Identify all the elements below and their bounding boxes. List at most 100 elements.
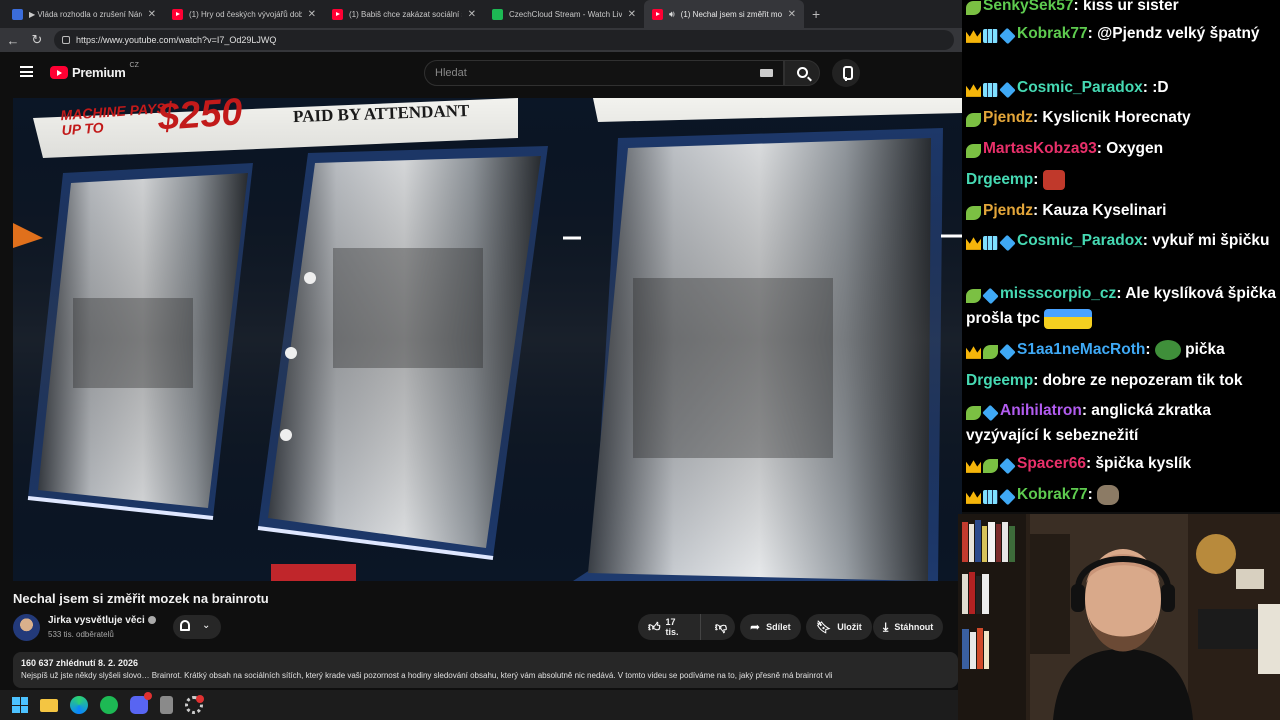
chat-username[interactable]: Kobrak77 (1017, 25, 1088, 42)
search-icon (797, 67, 808, 78)
new-tab-button[interactable]: + (812, 6, 820, 22)
webcam-feed (958, 514, 1280, 720)
webcam-streamer-image (958, 514, 1280, 720)
chat-username[interactable]: Pjendz (983, 109, 1033, 126)
youtube-logo[interactable]: Premium CZ (50, 62, 139, 80)
chat-username[interactable]: Pjendz (983, 202, 1033, 219)
close-tab-icon[interactable]: ✕ (148, 9, 156, 20)
chat-message: Spacer66: špička kyslík (966, 452, 1276, 477)
thumbs-up-icon: 👍︎ (648, 619, 661, 634)
close-tab-icon[interactable]: ✕ (788, 9, 796, 20)
bell-icon (180, 620, 190, 631)
chat-message: Pjendz: Kauza Kyselinari (966, 199, 1276, 224)
video-player[interactable]: MACHINE PAYS UP TO $250 PAID BY ATTENDAN… (13, 98, 962, 581)
chevron-down-icon: ⌄ (202, 620, 211, 631)
chat-badges (966, 284, 1000, 307)
leaf-badge-icon (966, 112, 981, 127)
browser-tab[interactable]: (1) Hry od českých vývojářů dobyv ✕ (164, 0, 324, 28)
url-field[interactable]: https://www.youtube.com/watch?v=I7_Od29L… (54, 30, 954, 50)
cube-badge-icon (999, 234, 1016, 252)
chat-username[interactable]: Spacer66 (1017, 455, 1086, 472)
sign-amount: $250 (156, 98, 244, 139)
chat-username[interactable]: MartasKobza93 (983, 140, 1097, 157)
cube-badge-icon (999, 488, 1016, 506)
chat-username[interactable]: Anihilatron (1000, 402, 1082, 419)
file-explorer-icon[interactable] (40, 698, 58, 712)
voice-search-icon[interactable] (832, 59, 860, 87)
chat-text: vykuř mi špičku (1152, 232, 1270, 249)
download-button[interactable]: ⤓ Stáhnout (873, 614, 944, 640)
settings-gear-icon[interactable] (185, 695, 204, 714)
youtube-favicon-icon (172, 8, 183, 20)
cube-badge-icon (999, 27, 1016, 45)
tab-title: CzechCloud Stream - Watch Live o (509, 9, 622, 19)
site-info-icon[interactable] (62, 36, 70, 44)
chat-message: Drgeemp: dobre ze nepozeram tik tok (966, 369, 1276, 392)
description-box[interactable]: 160 637 zhlédnutí 8. 2. 2026 Nejspíš už … (13, 652, 958, 688)
chat-username[interactable]: Drgeemp (966, 372, 1033, 389)
chat-separator: : (1032, 109, 1043, 126)
close-tab-icon[interactable]: ✕ (468, 9, 476, 20)
chat-message: Kobrak77: @Pjendz velký špatný (966, 22, 1276, 47)
chat-badges (966, 201, 983, 224)
close-tab-icon[interactable]: ✕ (628, 9, 636, 20)
chat-badges (966, 24, 1017, 47)
channel-avatar[interactable] (13, 614, 40, 641)
chat-username[interactable]: Cosmic_Paradox (1017, 232, 1143, 249)
speaker-icon[interactable]: 🔊︎ (669, 9, 675, 20)
chat-text: špička kyslík (1095, 455, 1192, 472)
verified-icon (147, 616, 156, 625)
stream-chat: SenkySek57: kiss ur sister Kobrak77: @Pje… (962, 0, 1280, 512)
chat-username[interactable]: Cosmic_Paradox (1017, 79, 1143, 96)
browser-tab-active[interactable]: 🔊︎ (1) Nechal jsem si změřit moz ✕ (644, 0, 804, 28)
back-icon[interactable]: ← (6, 33, 20, 48)
logo-text: Premium (72, 65, 126, 80)
start-icon[interactable] (12, 697, 28, 713)
minion-emote-icon (1044, 308, 1093, 329)
chat-badges (966, 401, 1000, 424)
calculator-icon[interactable] (160, 696, 173, 714)
notification-badge (144, 692, 152, 700)
browser-tab[interactable]: ▶ Vláda rozhodla o zrušení Národ ✕ (4, 0, 164, 28)
leaf-badge-icon (983, 458, 998, 473)
share-button[interactable]: ➦ Sdílet (740, 614, 801, 640)
crown-badge-icon (966, 491, 981, 504)
chat-message: Kobrak77: (966, 483, 1276, 508)
notifications-button[interactable]: ⌄ (173, 615, 221, 639)
chat-separator: : (1087, 486, 1098, 503)
chat-username[interactable]: Kobrak77 (1017, 486, 1088, 503)
rock-emote-icon (1097, 484, 1120, 505)
chat-text: @Pjendz velký špatný (1097, 25, 1260, 42)
chat-username[interactable]: missscorpio_cz (1000, 285, 1116, 302)
dislike-button[interactable]: 👎︎ (707, 620, 735, 635)
reload-icon[interactable]: ↻ (30, 32, 44, 48)
download-icon: ⤓ (883, 619, 889, 634)
description-text: Nejspíš už jste někdy slyšeli slovo… Bra… (21, 671, 833, 680)
chat-separator: : (1033, 171, 1043, 188)
chat-badges (966, 139, 983, 162)
channel-name[interactable]: Jirka vysvětluje věci (48, 615, 156, 626)
discord-icon[interactable] (130, 692, 152, 714)
chat-badges (966, 231, 1017, 254)
menu-icon[interactable] (20, 66, 33, 77)
browser-tab[interactable]: (1) Babiš chce zakázat sociální sítě ✕ (324, 0, 484, 28)
chat-username[interactable]: S1aa1neMacRoth (1017, 341, 1145, 358)
view-stats: 160 637 zhlédnutí 8. 2. 2026 (21, 658, 139, 668)
search-input[interactable]: Hledat (424, 60, 784, 86)
chat-separator: : (1142, 79, 1153, 96)
windows-taskbar (0, 690, 960, 720)
save-button[interactable]: 🔖︎ Uložit (806, 614, 872, 640)
close-tab-icon[interactable]: ✕ (308, 9, 316, 20)
like-button[interactable]: 👍︎ 17 tis. (638, 614, 701, 640)
chat-username[interactable]: Drgeemp (966, 171, 1033, 188)
chat-username[interactable]: SenkySek57 (983, 0, 1074, 14)
edge-browser-icon[interactable] (70, 696, 88, 714)
search-placeholder: Hledat (435, 67, 467, 79)
search-button[interactable] (784, 60, 820, 86)
browser-tab[interactable]: CzechCloud Stream - Watch Live o ✕ (484, 0, 644, 28)
keyboard-icon[interactable] (760, 69, 773, 77)
tab-favicon-icon (12, 8, 23, 20)
leaf-badge-icon (966, 405, 981, 420)
youtube-favicon-icon (652, 8, 663, 20)
spotify-icon[interactable] (100, 696, 118, 714)
